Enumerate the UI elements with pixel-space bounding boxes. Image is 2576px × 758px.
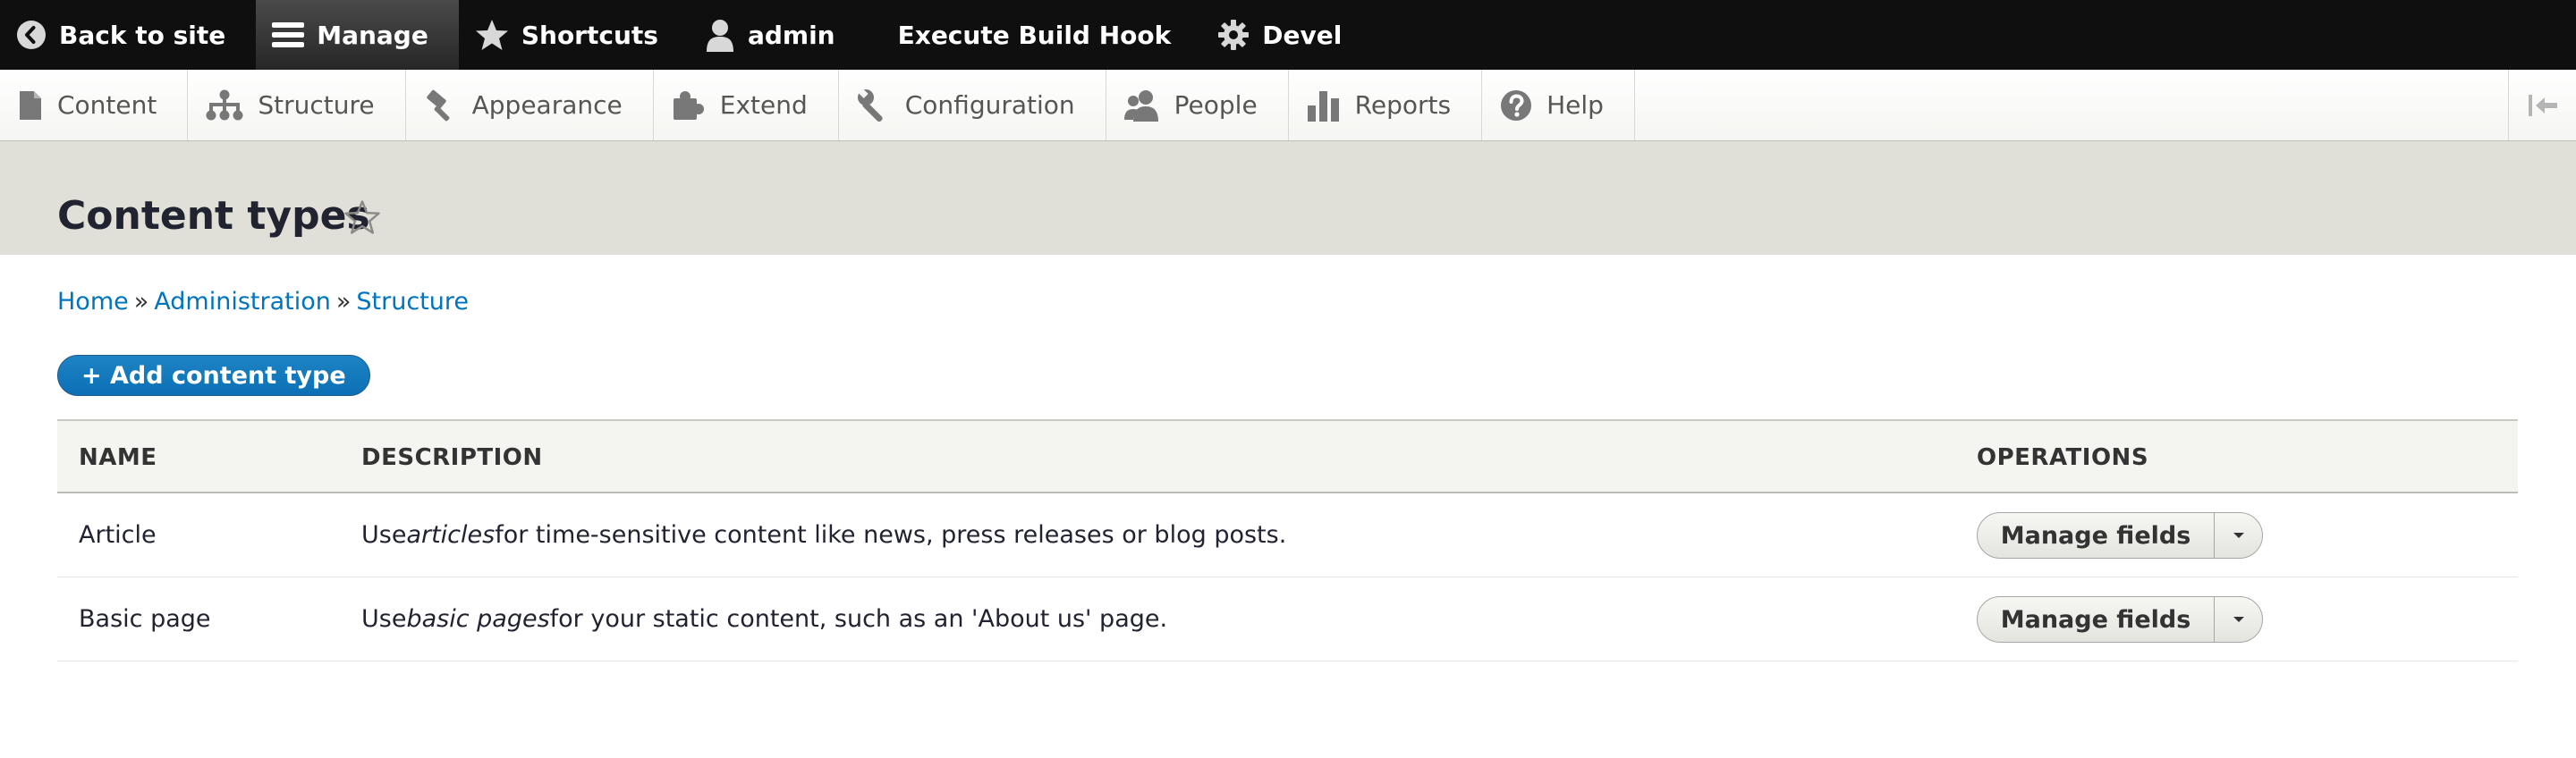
tray-item-configuration[interactable]: Configuration xyxy=(839,70,1106,140)
tray-item-help[interactable]: Help xyxy=(1482,70,1635,140)
tray-item-label: Structure xyxy=(258,90,375,120)
table-row: Basic page Use basic pages for your stat… xyxy=(57,577,2518,661)
content-type-description: Use articles for time-sensitive content … xyxy=(361,493,1286,577)
toolbar-user[interactable]: admin xyxy=(689,0,866,70)
breadcrumb-administration[interactable]: Administration xyxy=(154,288,331,316)
tray-item-content[interactable]: Content xyxy=(0,70,189,140)
star-outline-icon[interactable] xyxy=(343,199,381,235)
operations-toggle-button[interactable] xyxy=(2214,513,2262,558)
operations-dropbutton: Manage fields xyxy=(1977,512,2263,559)
tray-item-label: Configuration xyxy=(904,90,1075,120)
tray-item-appearance[interactable]: Appearance xyxy=(406,70,654,140)
add-content-type-button[interactable]: + Add content type xyxy=(57,355,370,396)
toolbar-shortcuts[interactable]: Shortcuts xyxy=(459,0,689,70)
manage-fields-button[interactable]: Manage fields xyxy=(1978,597,2214,642)
puzzle-icon xyxy=(673,90,704,120)
page-title: Content types xyxy=(57,193,370,239)
operations-dropbutton: Manage fields xyxy=(1977,596,2263,643)
operations-toggle-button[interactable] xyxy=(2214,597,2262,642)
breadcrumb-separator: » xyxy=(133,288,149,316)
tray-item-label: Appearance xyxy=(471,90,623,120)
description-text: Use xyxy=(361,605,407,633)
content-type-name: Basic page xyxy=(79,605,211,633)
file-icon xyxy=(20,90,41,120)
bar-chart-icon xyxy=(1307,90,1339,122)
toolbar-item-label: Manage xyxy=(317,20,428,50)
toolbar-execute-build-hook[interactable]: Execute Build Hook xyxy=(866,0,1202,70)
gear-icon xyxy=(1218,20,1250,50)
toolbar-back-to-site[interactable]: Back to site xyxy=(0,0,256,70)
wrench-icon xyxy=(857,88,883,122)
caret-down-icon xyxy=(2233,533,2244,538)
breadcrumb-home[interactable]: Home xyxy=(57,288,129,316)
star-filled-icon xyxy=(475,20,508,50)
table-header: NAME DESCRIPTION OPERATIONS xyxy=(57,419,2518,493)
back-circle-icon xyxy=(17,21,46,49)
content-type-name: Article xyxy=(79,521,157,549)
people-icon xyxy=(1123,89,1158,122)
toolbar-item-label: Back to site xyxy=(59,20,226,50)
toolbar-item-label: Devel xyxy=(1262,20,1343,50)
tray-item-label: Help xyxy=(1546,90,1604,120)
breadcrumb-structure[interactable]: Structure xyxy=(356,288,469,316)
toolbar-manage[interactable]: Manage xyxy=(256,0,459,70)
tray-orientation-toggle[interactable] xyxy=(2508,70,2576,140)
description-text: for your static content, such as an 'Abo… xyxy=(549,605,1168,633)
description-emphasis: basic pages xyxy=(406,605,550,633)
content-types-table: NAME DESCRIPTION OPERATIONS Article Use … xyxy=(57,419,2518,661)
toolbar-item-label: Execute Build Hook xyxy=(897,20,1172,50)
toolbar-item-label: Shortcuts xyxy=(521,20,658,50)
content-type-description: Use basic pages for your static content,… xyxy=(361,577,1167,661)
admin-toolbar: Back to site Manage Shortcuts admin Exec… xyxy=(0,0,2576,70)
toolbar-item-label: admin xyxy=(747,20,835,50)
column-header-name: NAME xyxy=(79,443,157,471)
tray-item-label: Extend xyxy=(719,90,808,120)
tray-item-label: Reports xyxy=(1354,90,1452,120)
tray-item-reports[interactable]: Reports xyxy=(1289,70,1483,140)
collapse-sidebar-icon xyxy=(2528,94,2557,116)
hamburger-icon xyxy=(272,22,305,47)
manage-fields-button[interactable]: Manage fields xyxy=(1978,513,2214,558)
breadcrumb-separator: » xyxy=(335,288,352,316)
table-row: Article Use articles for time-sensitive … xyxy=(57,493,2518,577)
tray-item-people[interactable]: People xyxy=(1106,70,1289,140)
tray-item-structure[interactable]: Structure xyxy=(188,70,406,140)
sitemap-icon xyxy=(206,89,243,120)
breadcrumb: Home» Administration» Structure xyxy=(57,288,469,316)
tray-item-label: Content xyxy=(57,90,157,120)
caret-down-icon xyxy=(2233,617,2244,622)
user-icon xyxy=(706,20,733,52)
column-header-description: DESCRIPTION xyxy=(361,443,543,471)
column-header-operations: OPERATIONS xyxy=(1977,443,2149,471)
description-emphasis: articles xyxy=(406,521,496,549)
admin-menu-tray: Content Structure Appearance Extend Conf… xyxy=(0,70,2576,141)
tray-item-label: People xyxy=(1174,90,1258,120)
page-header: Content types xyxy=(0,141,2576,255)
description-text: Use xyxy=(361,521,407,549)
tray-item-extend[interactable]: Extend xyxy=(654,70,839,140)
toolbar-devel[interactable]: Devel xyxy=(1201,0,1372,70)
description-text: for time-sensitive content like news, pr… xyxy=(495,521,1287,549)
question-icon xyxy=(1501,89,1532,121)
paintbrush-icon xyxy=(426,89,449,121)
